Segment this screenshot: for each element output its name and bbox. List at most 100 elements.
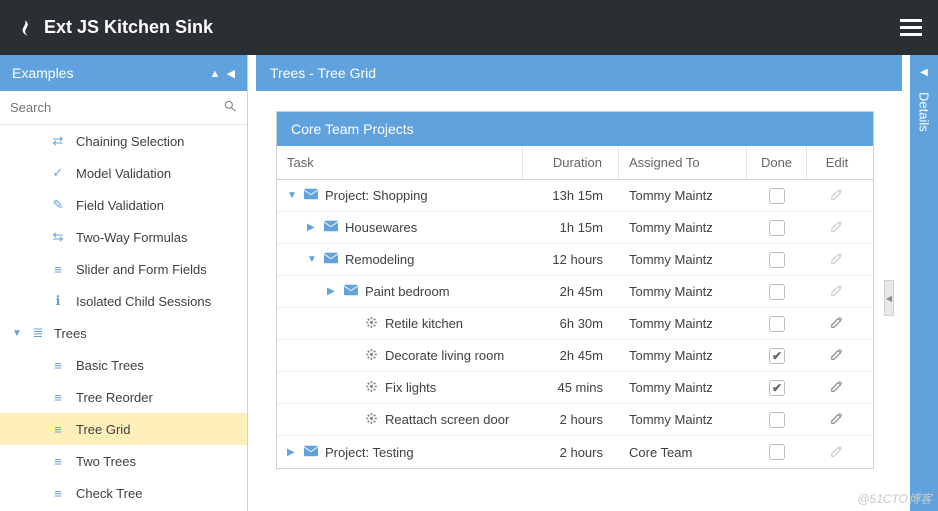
- cell-duration: 2 hours: [523, 404, 619, 435]
- expand-icon[interactable]: ▼: [307, 254, 317, 265]
- cell-edit: [807, 212, 867, 243]
- cell-done: [747, 180, 807, 211]
- cell-task: ▶ Paint bedroom: [277, 276, 523, 307]
- table-row[interactable]: Decorate living room2h 45mTommy Maintz: [277, 340, 873, 372]
- cell-assigned: Tommy Maintz: [619, 372, 747, 403]
- sidebar-item[interactable]: ✎Field Validation: [0, 189, 247, 221]
- checkbox[interactable]: [769, 348, 785, 364]
- cell-assigned: Tommy Maintz: [619, 244, 747, 275]
- item-icon: ≡: [50, 454, 66, 469]
- table-row[interactable]: Fix lights 45 minsTommy Maintz: [277, 372, 873, 404]
- task-label: Project: Shopping: [325, 188, 428, 203]
- edit-icon[interactable]: [830, 347, 844, 364]
- sidebar-item[interactable]: ≡Slider and Form Fields: [0, 253, 247, 285]
- table-row[interactable]: Reattach screen door 2 hoursTommy Maintz: [277, 404, 873, 436]
- expand-icon[interactable]: ▼: [287, 190, 297, 201]
- cell-task: Decorate living room: [277, 340, 523, 371]
- edit-icon[interactable]: [830, 379, 844, 396]
- collapse-icon[interactable]: ▲ ◀: [210, 67, 235, 80]
- details-panel[interactable]: ◀ Details: [902, 55, 938, 511]
- col-header-done[interactable]: Done: [747, 146, 807, 179]
- edit-icon[interactable]: [830, 444, 844, 461]
- edit-icon[interactable]: [830, 251, 844, 268]
- col-header-duration[interactable]: Duration: [523, 146, 619, 179]
- cell-task: ▼Remodeling: [277, 244, 523, 275]
- edit-icon[interactable]: [830, 219, 844, 236]
- cell-duration: 45 mins: [523, 372, 619, 403]
- cell-duration: 2h 45m: [523, 276, 619, 307]
- checkbox[interactable]: [769, 284, 785, 300]
- sidebar-item[interactable]: ≡Basic Trees: [0, 349, 247, 381]
- table-row[interactable]: ▼Remodeling12 hoursTommy Maintz: [277, 244, 873, 276]
- col-header-assigned[interactable]: Assigned To: [619, 146, 747, 179]
- sidebar-item[interactable]: ℹIsolated Child Sessions: [0, 285, 247, 317]
- col-header-edit[interactable]: Edit: [807, 146, 867, 179]
- envelope-icon: [303, 445, 319, 460]
- task-label: Fix lights: [385, 380, 436, 395]
- cell-task: ▶Project: Testing: [277, 436, 523, 468]
- sidebar-item-label: Two Trees: [76, 454, 136, 469]
- sidebar-item[interactable]: ≡Check Tree: [0, 477, 247, 509]
- cell-duration: 1h 15m: [523, 212, 619, 243]
- checkbox[interactable]: [769, 252, 785, 268]
- cell-assigned: Tommy Maintz: [619, 308, 747, 339]
- sencha-logo-icon: [16, 19, 34, 37]
- envelope-icon: [323, 220, 339, 235]
- sidebar-item[interactable]: ⇆Two-Way Formulas: [0, 221, 247, 253]
- cell-edit: [807, 276, 867, 307]
- cell-assigned: Tommy Maintz: [619, 404, 747, 435]
- sidebar-item[interactable]: ✓Model Validation: [0, 157, 247, 189]
- hamburger-icon: [900, 19, 922, 22]
- cell-assigned: Core Team: [619, 436, 747, 468]
- sidebar-item[interactable]: ≡ Two Trees: [0, 445, 247, 477]
- col-header-task[interactable]: Task: [277, 146, 523, 179]
- checkbox[interactable]: [769, 188, 785, 204]
- details-expander[interactable]: ◀: [884, 280, 894, 316]
- item-icon: ℹ: [50, 293, 66, 309]
- cell-task: Fix lights: [277, 372, 523, 403]
- cell-done: [747, 404, 807, 435]
- expand-icon[interactable]: ▶: [287, 447, 297, 458]
- table-row[interactable]: ▶ Paint bedroom 2h 45mTommy Maintz: [277, 276, 873, 308]
- edit-icon[interactable]: [830, 187, 844, 204]
- checkbox[interactable]: [769, 412, 785, 428]
- expand-icon[interactable]: ▶: [307, 222, 317, 233]
- sidebar-item-label: Model Validation: [76, 166, 171, 181]
- table-row[interactable]: ▶Housewares1h 15mTommy Maintz: [277, 212, 873, 244]
- item-icon: ≡: [50, 486, 66, 501]
- gear-icon: [363, 380, 379, 396]
- cell-duration: 13h 15m: [523, 180, 619, 211]
- cell-assigned: Tommy Maintz: [619, 180, 747, 211]
- sidebar-group-trees[interactable]: ▼ ≣ Trees: [0, 317, 247, 349]
- checkbox[interactable]: [769, 220, 785, 236]
- checkbox[interactable]: [769, 316, 785, 332]
- menu-button[interactable]: [900, 19, 922, 36]
- sidebar-item[interactable]: ⇄Chaining Selection: [0, 125, 247, 157]
- sidebar-item-label: Basic Trees: [76, 358, 144, 373]
- edit-icon[interactable]: [830, 283, 844, 300]
- sidebar-item-label: Tree Grid: [76, 422, 130, 437]
- item-icon: ⇆: [50, 229, 66, 245]
- checkbox[interactable]: [769, 444, 785, 460]
- search-icon[interactable]: [223, 99, 237, 116]
- task-label: Reattach screen door: [385, 412, 509, 427]
- expand-icon[interactable]: ▶: [327, 286, 337, 297]
- task-label: Paint bedroom: [365, 284, 450, 299]
- search-input[interactable]: [10, 100, 223, 115]
- center-panel: Trees - Tree Grid Core Team Projects Tas…: [248, 55, 902, 511]
- sidebar-item[interactable]: ≡Tree Grid: [0, 413, 247, 445]
- main-area: Examples ▲ ◀ ⇄Chaining Selection✓Model V…: [0, 55, 938, 511]
- edit-icon[interactable]: [830, 315, 844, 332]
- edit-icon[interactable]: [830, 411, 844, 428]
- table-row[interactable]: ▼ Project: Shopping 13h 15mTommy Maintz: [277, 180, 873, 212]
- sidebar-header[interactable]: Examples ▲ ◀: [0, 55, 247, 91]
- cell-done: [747, 308, 807, 339]
- sidebar-tree[interactable]: ⇄Chaining Selection✓Model Validation✎Fie…: [0, 125, 247, 511]
- cell-assigned: Tommy Maintz: [619, 276, 747, 307]
- table-row[interactable]: ▶Project: Testing2 hoursCore Team: [277, 436, 873, 468]
- sidebar-item[interactable]: ≡Tree Reorder: [0, 381, 247, 413]
- cell-task: ▶Housewares: [277, 212, 523, 243]
- table-row[interactable]: Retile kitchen6h 30mTommy Maintz: [277, 308, 873, 340]
- item-icon: ✎: [50, 197, 66, 213]
- checkbox[interactable]: [769, 380, 785, 396]
